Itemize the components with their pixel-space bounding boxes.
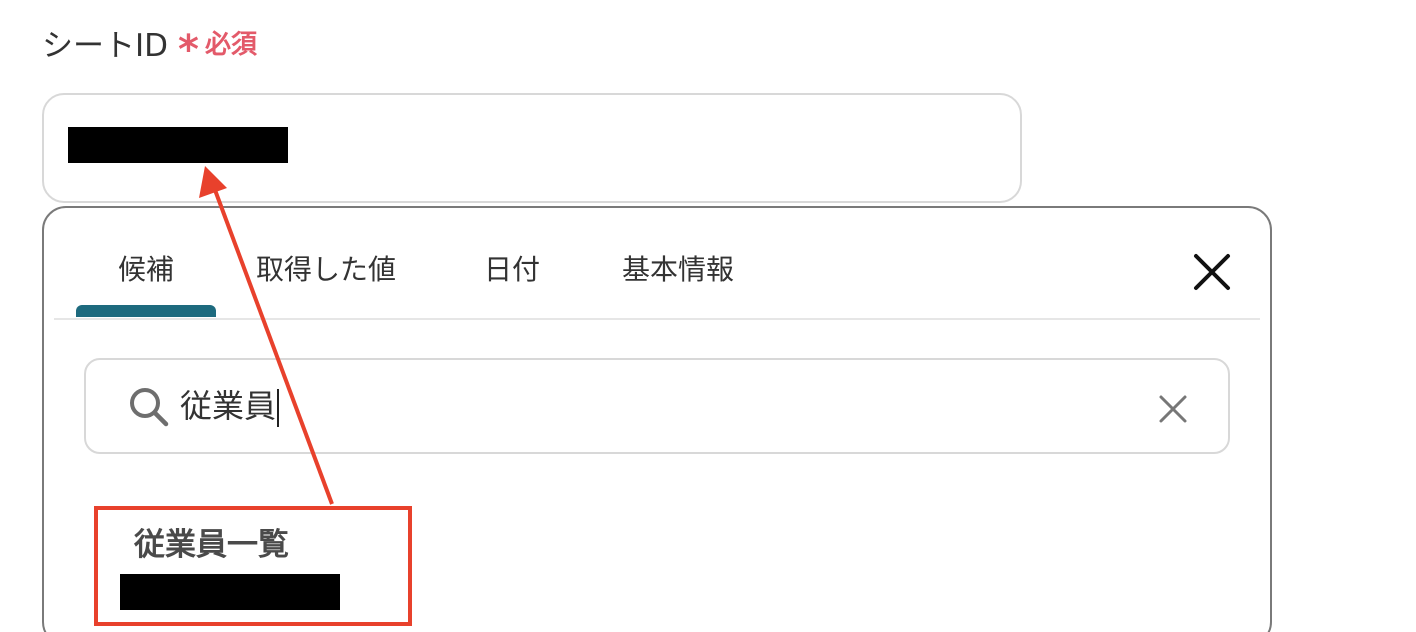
field-label-row: シートID * 必須 <box>42 22 257 71</box>
clear-icon[interactable] <box>1158 394 1188 424</box>
page: シートID * 必須 候補 取得した値 日付 基本情報 従業員 従業員一覧 <box>0 0 1416 632</box>
result-title: 従業員一覧 <box>134 527 289 563</box>
sheet-id-input[interactable] <box>42 93 1022 203</box>
redacted-value <box>68 127 288 163</box>
tab-candidates[interactable]: 候補 <box>118 250 174 290</box>
redacted-result-id <box>120 574 340 610</box>
text-caret <box>277 389 280 427</box>
search-text: 従業員 <box>180 387 277 425</box>
suggestion-popover: 候補 取得した値 日付 基本情報 従業員 従業員一覧 <box>42 206 1272 632</box>
close-icon[interactable] <box>1190 250 1234 294</box>
required-badge: 必須 <box>204 29 257 60</box>
tab-date[interactable]: 日付 <box>484 250 540 290</box>
tab-basic-info[interactable]: 基本情報 <box>622 250 734 290</box>
field-label: シートID <box>42 27 169 64</box>
search-icon <box>128 386 170 428</box>
result-item[interactable]: 従業員一覧 <box>94 506 412 626</box>
tab-retrieved-values[interactable]: 取得した値 <box>256 250 396 290</box>
required-asterisk: * <box>178 27 199 73</box>
search-value: 従業員 <box>180 384 280 428</box>
active-tab-indicator <box>76 305 216 317</box>
search-input[interactable]: 従業員 <box>84 358 1230 454</box>
tab-bar: 候補 取得した値 日付 基本情報 <box>54 208 1260 320</box>
